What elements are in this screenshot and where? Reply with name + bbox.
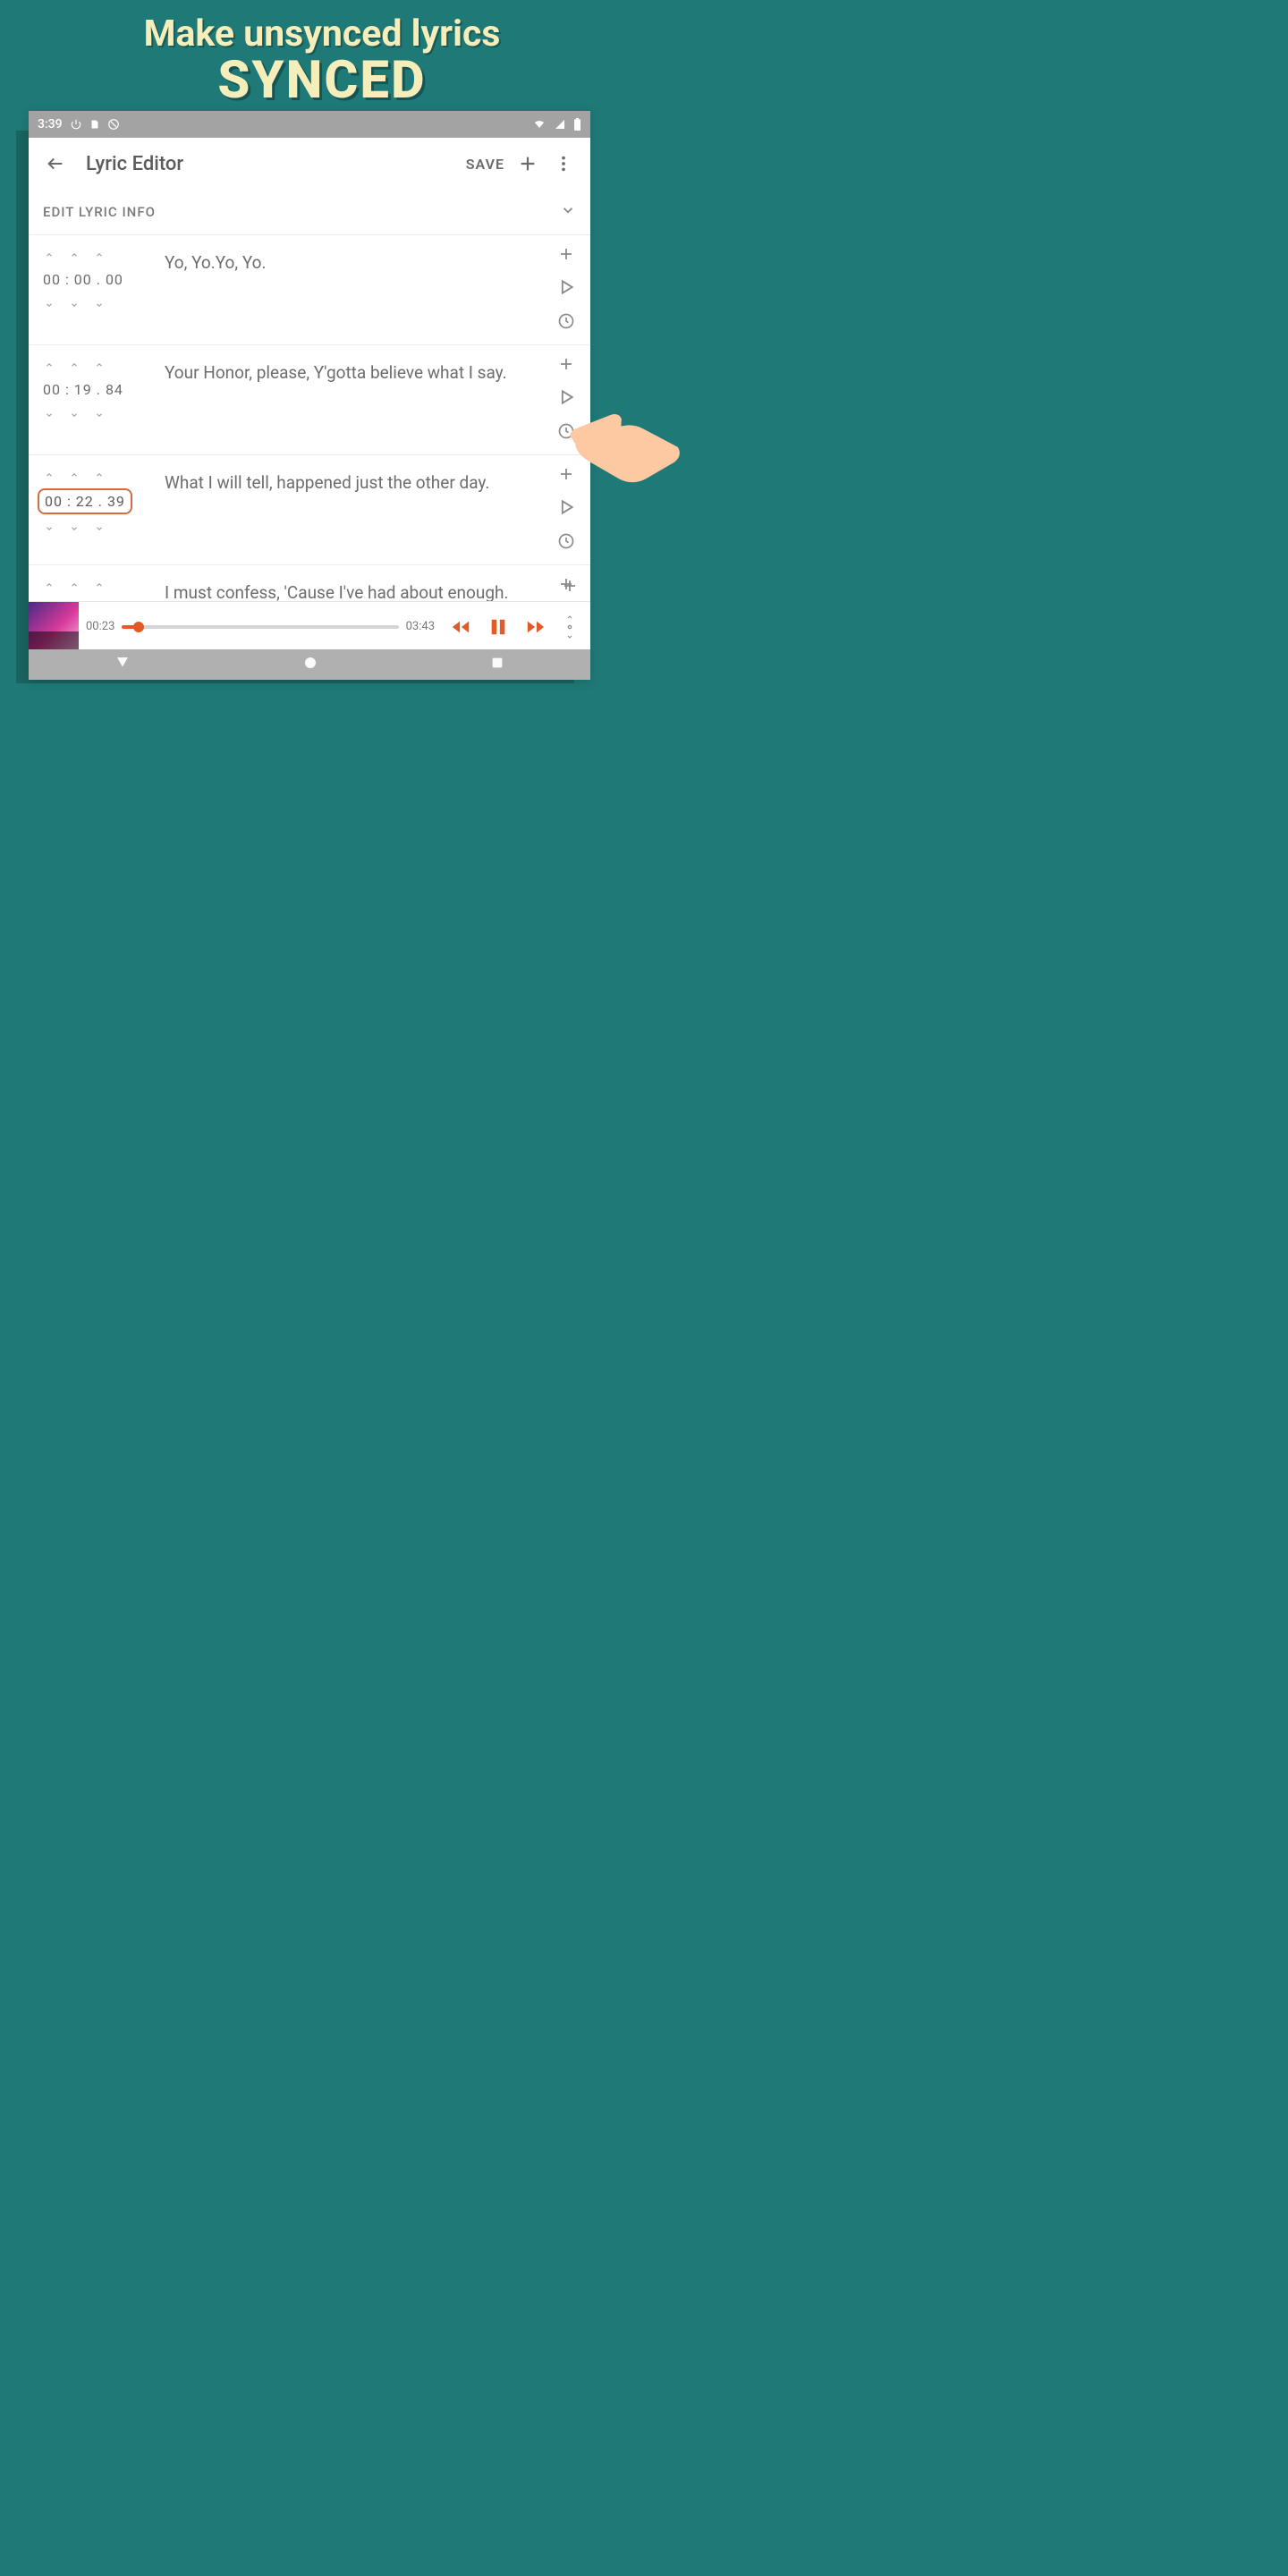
- capture-time-button[interactable]: [557, 532, 575, 554]
- min-up-button[interactable]: [43, 356, 55, 373]
- save-button[interactable]: SAVE: [466, 156, 504, 173]
- seek-bar[interactable]: [122, 625, 398, 629]
- add-line-button[interactable]: [558, 466, 574, 486]
- current-time: 00:23: [86, 620, 114, 633]
- cs-up-button[interactable]: [93, 356, 106, 373]
- sec-down-button[interactable]: [68, 406, 80, 423]
- cs-down-button[interactable]: [93, 296, 106, 313]
- cs-up-button[interactable]: [93, 466, 106, 483]
- cs-up-button[interactable]: [93, 246, 106, 263]
- lyric-text[interactable]: What I will tell, happened just the othe…: [163, 464, 546, 555]
- signal-icon: [554, 119, 566, 130]
- nav-back-icon[interactable]: [114, 655, 131, 674]
- time-stepper: 00 : 22 . 39: [38, 464, 163, 555]
- wifi-icon: [532, 119, 547, 130]
- lyric-row: 00 : 00 . 00 Yo, Yo.Yo, Yo.: [29, 235, 590, 345]
- device-frame: 3:39 Lyric Editor SAVE EDIT LYRIC INFO: [29, 111, 590, 680]
- player-bar: 00:23 03:43: [29, 601, 590, 651]
- promo-line-1: Make unsynced lyrics: [0, 13, 644, 55]
- section-label: EDIT LYRIC INFO: [43, 204, 560, 220]
- time-stepper: 00 : 00 . 00: [38, 244, 163, 335]
- page-title: Lyric Editor: [86, 153, 461, 175]
- lyric-text[interactable]: Yo, Yo.Yo, Yo.: [163, 244, 546, 335]
- min-up-button[interactable]: [43, 466, 55, 483]
- play-line-button[interactable]: [557, 498, 575, 520]
- timestamp-display[interactable]: 00 : 00 . 00: [38, 268, 129, 291]
- lyric-row: 00 : 19 . 84 Your Honor, please, Y'gotta…: [29, 345, 590, 455]
- app-bar: Lyric Editor SAVE: [29, 138, 590, 190]
- status-bar: 3:39: [29, 111, 590, 138]
- back-button[interactable]: [38, 146, 73, 182]
- timestamp-display[interactable]: 00 : 22 . 39: [38, 488, 132, 514]
- edit-lyric-info-row[interactable]: EDIT LYRIC INFO: [29, 190, 590, 235]
- sd-card-icon: [89, 118, 100, 131]
- min-down-button[interactable]: [43, 520, 55, 537]
- capture-time-button[interactable]: [557, 312, 575, 334]
- min-down-button[interactable]: [43, 296, 55, 313]
- add-line-icon[interactable]: [562, 578, 578, 597]
- cs-up-button[interactable]: [93, 576, 106, 593]
- status-time: 3:39: [38, 117, 63, 131]
- play-line-button[interactable]: [557, 278, 575, 300]
- battery-icon: [573, 118, 581, 131]
- scroll-toggle[interactable]: [558, 614, 581, 640]
- cs-down-button[interactable]: [93, 520, 106, 537]
- pointing-hand-illustration: [567, 402, 685, 501]
- sec-up-button[interactable]: [68, 576, 80, 593]
- add-line-button[interactable]: [558, 246, 574, 266]
- min-up-button[interactable]: [43, 246, 55, 263]
- sec-down-button[interactable]: [68, 520, 80, 537]
- pause-button[interactable]: [483, 612, 513, 642]
- nav-recent-icon[interactable]: [490, 656, 504, 674]
- sec-up-button[interactable]: [68, 246, 80, 263]
- add-button[interactable]: [510, 146, 546, 182]
- timestamp-display[interactable]: 00 : 19 . 84: [38, 378, 129, 401]
- system-nav-bar: [29, 649, 590, 680]
- play-line-button[interactable]: [557, 388, 575, 410]
- total-time: 03:43: [406, 620, 435, 633]
- rewind-button[interactable]: [445, 612, 476, 642]
- album-art[interactable]: [29, 602, 79, 652]
- power-icon: [70, 118, 82, 131]
- sec-up-button[interactable]: [68, 356, 80, 373]
- no-sync-icon: [107, 118, 120, 131]
- chevron-down-icon: [560, 202, 576, 222]
- promo-line-2: SYNCED: [0, 50, 644, 111]
- min-up-button[interactable]: [43, 576, 55, 593]
- time-stepper: 00 : 19 . 84: [38, 354, 163, 445]
- more-menu-button[interactable]: [546, 146, 581, 182]
- add-line-button[interactable]: [558, 356, 574, 376]
- forward-button[interactable]: [521, 612, 551, 642]
- lyric-row: 00 : 22 . 39 What I will tell, happened …: [29, 455, 590, 565]
- min-down-button[interactable]: [43, 406, 55, 423]
- nav-home-icon[interactable]: [302, 655, 318, 674]
- sec-down-button[interactable]: [68, 296, 80, 313]
- lyric-text[interactable]: Your Honor, please, Y'gotta believe what…: [163, 354, 546, 445]
- sec-up-button[interactable]: [68, 466, 80, 483]
- cs-down-button[interactable]: [93, 406, 106, 423]
